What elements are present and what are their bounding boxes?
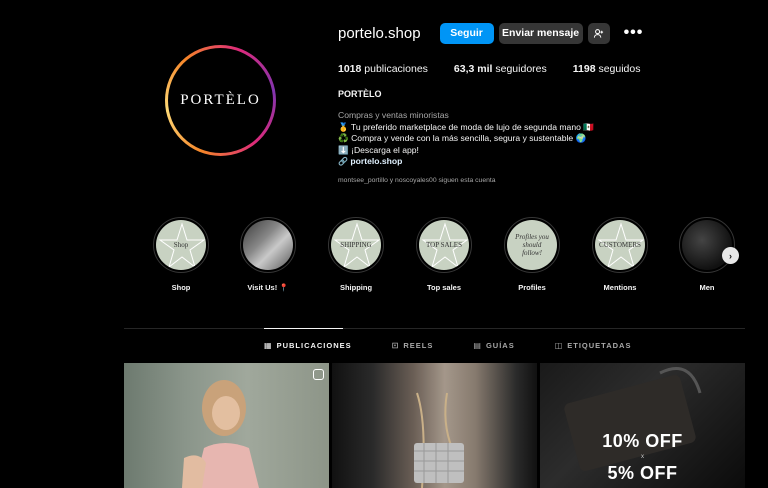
highlight-label: Profiles: [518, 283, 546, 292]
bio-link[interactable]: portelo.shop: [350, 156, 402, 166]
tab-label: REELS: [403, 341, 434, 350]
tab-guias[interactable]: ▤ GUÍAS: [473, 341, 514, 350]
highlight-cover-text: Profiles you should follow!: [515, 233, 549, 257]
profile-display-name: PORTÈLO: [338, 89, 382, 99]
followed-by-text[interactable]: montsee_portillo y noscoyales00 siguen e…: [338, 175, 748, 186]
highlight-top-sales[interactable]: TOP SALES Top sales: [411, 217, 477, 292]
link-icon: 🔗: [338, 157, 348, 167]
guides-icon: ▤: [473, 341, 482, 350]
highlight-label: Visit Us! 📍: [247, 283, 289, 292]
tab-label: PUBLICACIONES: [276, 341, 352, 350]
stat-posts: 1018 publicaciones: [338, 63, 428, 75]
post-photo: [414, 392, 464, 488]
highlight-ring: [240, 217, 296, 273]
stat-followers[interactable]: 63,3 mil seguidores: [454, 63, 547, 75]
highlight-shop[interactable]: Shop Shop: [148, 217, 214, 292]
highlight-mentions[interactable]: CUSTOMERS Mentions: [587, 217, 653, 292]
profile-info: portelo.shop Seguir Enviar mensaje ••• 1…: [338, 20, 748, 187]
follow-button[interactable]: Seguir: [439, 22, 494, 44]
highlight-label: Mentions: [603, 283, 637, 292]
post-thumbnail[interactable]: 10% OFF x 5% OFF: [540, 363, 745, 488]
stat-posts-value: 1018: [338, 63, 362, 75]
avatar-logo-text: PORTÈLO: [180, 92, 261, 108]
tab-reels[interactable]: ⊡ REELS: [392, 341, 434, 350]
highlight-cover: CUSTOMERS: [595, 220, 645, 270]
highlight-label: Men: [699, 283, 715, 292]
avatar-inner: PORTÈLO: [168, 48, 273, 153]
stat-following-label: seguidos: [598, 63, 641, 75]
highlight-ring: CUSTOMERS: [592, 217, 648, 273]
stat-followers-label: seguidores: [495, 63, 547, 75]
profile-header-row: portelo.shop Seguir Enviar mensaje •••: [338, 20, 748, 46]
avatar: PORTÈLO: [171, 51, 270, 150]
bio-line: 🥇 Tu preferido marketplace de moda de lu…: [338, 121, 594, 132]
stat-posts-label: publicaciones: [364, 63, 428, 75]
tab-etiquetadas[interactable]: ◫ ETIQUETADAS: [555, 341, 632, 350]
highlight-cover-text: SHIPPING: [340, 241, 372, 249]
username: portelo.shop: [338, 24, 421, 42]
highlight-shipping[interactable]: SHIPPING Shipping: [323, 217, 389, 292]
highlight-visit-us[interactable]: Visit Us! 📍: [235, 217, 301, 292]
reels-icon: ⊡: [391, 341, 400, 350]
profile-stats: 1018 publicaciones 63,3 mil seguidores 1…: [338, 63, 748, 75]
grid-icon: ▦: [264, 341, 273, 350]
tagged-icon: ◫: [554, 341, 564, 350]
bio-line: ⬇️ ¡Descarga el app!: [338, 144, 419, 155]
bio-link-row: 🔗 portelo.shop: [338, 156, 748, 167]
profile-avatar-ring[interactable]: PORTÈLO: [165, 45, 276, 156]
highlight-ring: Profiles you should follow!: [504, 217, 560, 273]
highlight-cover: Shop: [156, 220, 206, 270]
story-highlights: Shop Shop Visit Us! 📍 SHIPPING Shipping …: [148, 217, 748, 297]
post-thumbnail[interactable]: [332, 363, 537, 488]
message-button[interactable]: Enviar mensaje: [498, 22, 583, 44]
highlight-cover: [243, 220, 293, 270]
promo-text-secondary: 5% OFF: [607, 463, 678, 483]
highlight-cover: [682, 220, 732, 270]
highlight-cover-text: Shop: [173, 241, 189, 249]
tab-label: ETIQUETADAS: [567, 341, 632, 350]
promo-separator: x: [641, 454, 644, 460]
stat-followers-value: 63,3 mil: [453, 63, 493, 75]
highlight-ring: SHIPPING: [328, 217, 384, 273]
more-options-icon[interactable]: •••: [624, 24, 644, 42]
profile-tabs: ▦ PUBLICACIONES ⊡ REELS ▤ GUÍAS ◫ ETIQUE…: [264, 341, 631, 350]
stat-following-value: 1198: [572, 63, 596, 75]
highlight-ring: Shop: [153, 217, 209, 273]
highlight-cover: SHIPPING: [331, 220, 381, 270]
highlight-label: Top sales: [426, 283, 462, 292]
posts-grid: 10% OFF x 5% OFF: [124, 363, 745, 488]
highlight-label: Shipping: [339, 283, 373, 292]
highlight-cover-text: TOP SALES: [426, 241, 462, 249]
suggested-accounts-button[interactable]: [587, 22, 610, 44]
add-person-icon: [593, 28, 604, 38]
stat-following[interactable]: 1198 seguidos: [573, 63, 641, 75]
highlight-cover-text: CUSTOMERS: [599, 241, 641, 249]
tab-publicaciones[interactable]: ▦ PUBLICACIONES: [264, 341, 352, 350]
highlight-profiles[interactable]: Profiles you should follow! Profiles: [499, 217, 565, 292]
active-tab-indicator: [264, 328, 343, 329]
highlight-ring: [679, 217, 735, 273]
highlight-ring: TOP SALES: [416, 217, 472, 273]
highlight-label: Shop: [171, 283, 191, 292]
tabs-divider: [124, 328, 745, 329]
promo-text-primary: 10% OFF: [602, 431, 683, 451]
tab-label: GUÍAS: [485, 341, 515, 350]
profile-category: Compras y ventas minoristas: [338, 110, 449, 121]
profile-bio: PORTÈLO Compras y ventas minoristas 🥇 Tu…: [338, 89, 748, 187]
reel-icon: [313, 369, 324, 380]
post-thumbnail[interactable]: [124, 363, 329, 488]
highlight-cover: Profiles you should follow!: [507, 220, 557, 270]
post-photo: [182, 380, 259, 488]
highlight-cover: TOP SALES: [419, 220, 469, 270]
bio-line: ♻️ Compra y vende con la más sencilla, s…: [338, 133, 587, 144]
chevron-right-icon[interactable]: ›: [722, 247, 739, 264]
